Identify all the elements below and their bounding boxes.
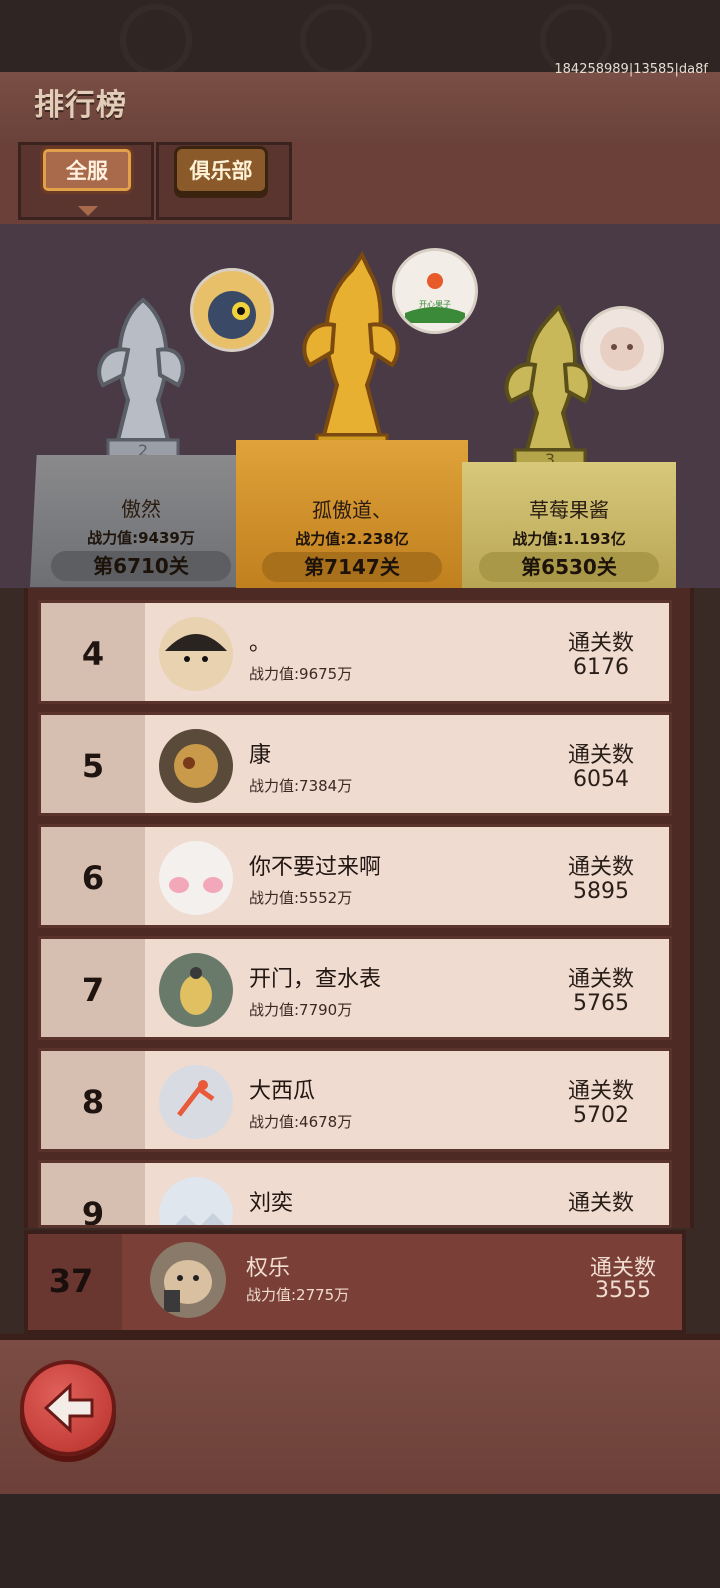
row-rank: 8	[81, 1083, 105, 1121]
player-name: 你不要过来啊	[249, 855, 382, 880]
ranking-row[interactable]: 7 开门，查水表 战力值:7790万 通关数 5765	[38, 936, 672, 1040]
ranking-row[interactable]: 4 。 战力值:9675万 通关数 6176	[38, 600, 672, 704]
first-place-level: 第7147关	[262, 552, 442, 582]
player-power: 战力值:9675万	[249, 665, 353, 683]
tab-all-server[interactable]: 全服	[40, 146, 134, 194]
levels-cleared-label: 通关数	[567, 631, 634, 656]
third-place-power: 战力值:1.193亿	[512, 530, 626, 548]
silver-fish-trophy-icon: 2	[97, 297, 185, 460]
player-avatar	[159, 617, 233, 691]
levels-cleared-value: 6054	[573, 767, 629, 792]
ranking-row[interactable]: 6 你不要过来啊 战力值:5552万 通关数 5895	[38, 824, 672, 928]
first-place-pedestal[interactable]: 孤傲道、 战力值:2.238亿 第7147关	[236, 440, 468, 588]
third-place-name: 草莓果酱	[529, 498, 609, 522]
decor-ring-icon	[300, 4, 372, 76]
player-avatar	[159, 1065, 233, 1139]
row-rank: 6	[81, 859, 105, 897]
decor-ring-icon	[120, 4, 192, 76]
levels-cleared-label: 通关数	[567, 1079, 634, 1104]
player-name: 。	[249, 631, 272, 656]
back-button[interactable]	[20, 1360, 116, 1456]
my-avatar	[150, 1242, 226, 1318]
row-rank: 4	[81, 635, 105, 673]
player-power: 战力值:4678万	[249, 1113, 353, 1131]
levels-cleared-value: 5895	[573, 879, 629, 904]
first-place-name: 孤傲道、	[312, 498, 392, 522]
second-place-name: 傲然	[121, 497, 161, 521]
my-name: 权乐	[246, 1256, 291, 1281]
ranking-row[interactable]: 5 康 战力值:7384万 通关数 6054	[38, 712, 672, 816]
third-place-level: 第6530关	[479, 552, 659, 582]
levels-cleared-label: 通关数	[567, 967, 634, 992]
ranking-row[interactable]: 9 刘奕 通关数	[38, 1160, 672, 1228]
ranking-row[interactable]: 8 大西瓜 战力值:4678万 通关数 5702	[38, 1048, 672, 1152]
row-rank: 7	[81, 971, 105, 1009]
second-place-level: 第6710关	[51, 551, 231, 581]
tab-club[interactable]: 俱乐部	[174, 146, 268, 194]
levels-cleared-value: 5765	[573, 991, 629, 1016]
player-name: 康	[249, 743, 272, 768]
levels-cleared-label: 通关数	[567, 743, 634, 768]
third-place-pedestal[interactable]: 草莓果酱 战力值:1.193亿 第6530关	[462, 462, 676, 588]
bottom-decoration-band	[0, 1494, 720, 1588]
active-tab-pointer-icon	[78, 206, 98, 216]
levels-cleared-value: 5702	[573, 1103, 629, 1128]
levels-cleared-label: 通关数	[567, 855, 634, 880]
player-name: 刘奕	[249, 1191, 294, 1216]
player-name: 开门，查水表	[249, 967, 382, 992]
player-power: 战力值:7790万	[249, 1001, 353, 1019]
my-levels-cleared-value: 3555	[595, 1278, 651, 1303]
levels-cleared-label: 通关数	[567, 1191, 634, 1216]
first-place-avatar: 开心果子	[392, 248, 478, 334]
back-arrow-icon	[43, 1382, 94, 1434]
third-place-avatar	[580, 306, 664, 390]
player-avatar	[159, 729, 233, 803]
page-title: 排行榜	[34, 88, 127, 123]
first-place-power: 战力值:2.238亿	[295, 530, 409, 548]
second-place-power: 战力值:9439万	[87, 529, 195, 547]
second-place-pedestal[interactable]: 傲然 战力值:9439万 第6710关	[30, 455, 252, 587]
player-avatar	[159, 841, 233, 915]
levels-cleared-value: 6176	[573, 655, 629, 680]
second-place-avatar	[190, 268, 274, 352]
my-power: 战力值:2775万	[246, 1286, 350, 1304]
first-avatar-logo-text: 开心果子	[419, 300, 451, 309]
player-name: 大西瓜	[249, 1079, 316, 1104]
my-rank: 37	[48, 1262, 94, 1300]
debug-id-text: 184258989|13585|da8f	[554, 62, 708, 77]
player-power: 战力值:7384万	[249, 777, 353, 795]
row-rank: 5	[81, 747, 105, 785]
row-rank: 9	[81, 1195, 105, 1228]
player-avatar	[159, 953, 233, 1027]
player-power: 战力值:5552万	[249, 889, 353, 907]
